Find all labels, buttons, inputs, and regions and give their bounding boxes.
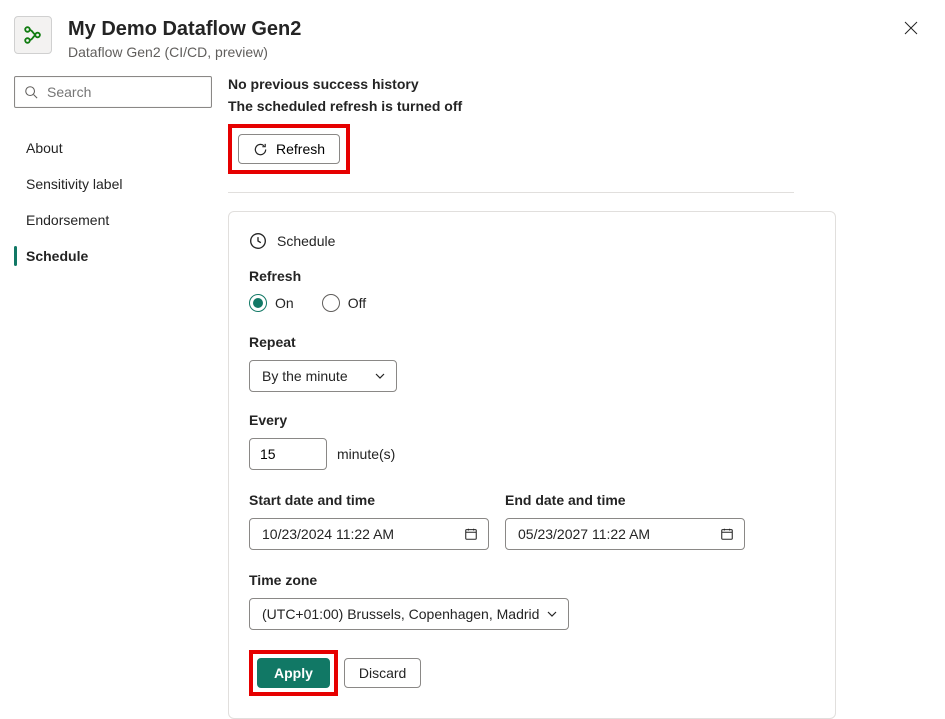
close-button[interactable] <box>897 14 925 45</box>
calendar-icon <box>720 527 734 541</box>
refresh-button[interactable]: Refresh <box>238 134 340 164</box>
start-date-label: Start date and time <box>249 492 489 508</box>
timezone-label: Time zone <box>249 572 815 588</box>
refresh-section-label: Refresh <box>249 268 815 284</box>
end-date-label: End date and time <box>505 492 745 508</box>
repeat-value: By the minute <box>262 368 348 384</box>
radio-refresh-on[interactable]: On <box>249 294 294 312</box>
nav-item-sensitivity-label[interactable]: Sensitivity label <box>14 166 228 202</box>
search-box <box>14 76 228 108</box>
every-unit: minute(s) <box>337 446 395 462</box>
nav-item-about[interactable]: About <box>14 130 228 166</box>
chevron-down-icon <box>546 608 558 620</box>
dataflow-app-icon <box>14 16 52 54</box>
schedule-panel: Schedule Refresh On Off Repeat By the mi… <box>228 211 836 719</box>
radio-circle-icon <box>322 294 340 312</box>
start-date-value: 10/23/2024 11:22 AM <box>262 526 394 542</box>
close-icon <box>903 20 919 36</box>
schedule-panel-title: Schedule <box>277 233 335 249</box>
calendar-icon <box>464 527 478 541</box>
chevron-down-icon <box>374 370 386 382</box>
radio-on-label: On <box>275 295 294 311</box>
apply-button[interactable]: Apply <box>257 658 330 688</box>
radio-circle-icon <box>249 294 267 312</box>
end-date-input[interactable]: 05/23/2027 11:22 AM <box>505 518 745 550</box>
every-label: Every <box>249 412 815 428</box>
no-history-text: No previous success history <box>228 76 931 92</box>
dialog-subtitle: Dataflow Gen2 (CI/CD, preview) <box>68 44 897 60</box>
timezone-select[interactable]: (UTC+01:00) Brussels, Copenhagen, Madrid <box>249 598 569 630</box>
every-input[interactable] <box>249 438 327 470</box>
clock-icon <box>249 232 267 250</box>
radio-off-label: Off <box>348 295 366 311</box>
refresh-icon <box>253 142 268 157</box>
radio-refresh-off[interactable]: Off <box>322 294 366 312</box>
timezone-value: (UTC+01:00) Brussels, Copenhagen, Madrid <box>262 606 539 622</box>
repeat-label: Repeat <box>249 334 815 350</box>
refresh-button-label: Refresh <box>276 141 325 157</box>
search-icon <box>24 85 38 99</box>
refresh-off-text: The scheduled refresh is turned off <box>228 98 931 114</box>
search-input[interactable] <box>14 76 212 108</box>
nav-item-endorsement[interactable]: Endorsement <box>14 202 228 238</box>
repeat-select[interactable]: By the minute <box>249 360 397 392</box>
end-date-value: 05/23/2027 11:22 AM <box>518 526 650 542</box>
start-date-input[interactable]: 10/23/2024 11:22 AM <box>249 518 489 550</box>
dialog-title: My Demo Dataflow Gen2 <box>68 16 897 42</box>
apply-highlight-box: Apply <box>249 650 338 696</box>
discard-button[interactable]: Discard <box>344 658 421 688</box>
nav-item-schedule[interactable]: Schedule <box>14 238 228 274</box>
divider <box>228 192 794 193</box>
refresh-highlight-box: Refresh <box>228 124 350 174</box>
